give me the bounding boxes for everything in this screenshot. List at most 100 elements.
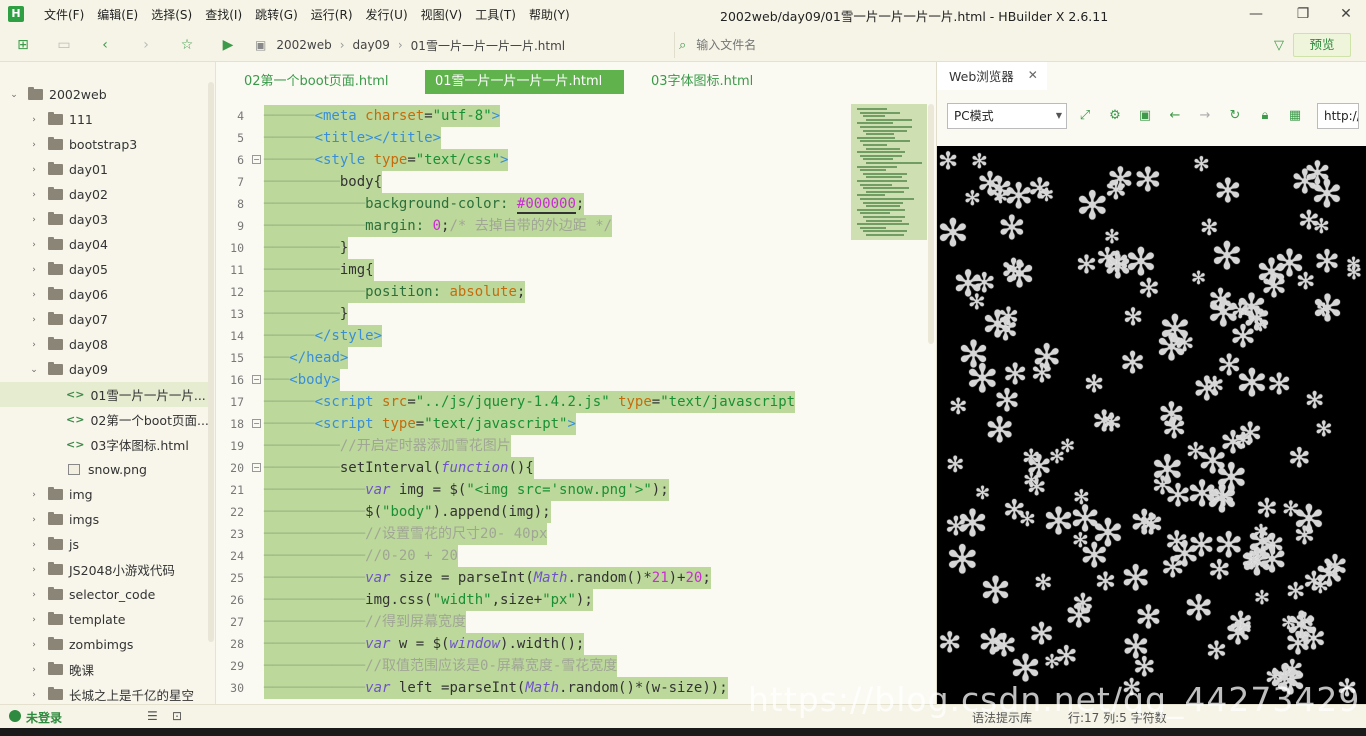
browser-tab[interactable]: Web浏览器 ✕ xyxy=(937,62,1047,90)
tree-folder[interactable]: › day02 xyxy=(0,182,210,207)
settings-icon[interactable]: ⚙ xyxy=(1107,108,1123,124)
folder-icon xyxy=(48,362,63,375)
back-icon[interactable]: ‹ xyxy=(96,36,114,54)
tree-folder[interactable]: › day05 xyxy=(0,257,210,282)
menu-help[interactable]: 帮助(Y) xyxy=(529,6,570,23)
menu-file[interactable]: 文件(F) xyxy=(44,6,84,23)
project-sidebar: ⌄ 2002web › 111 › bootstrap3 › day01 › day02… xyxy=(0,62,216,704)
tab-boot-page[interactable]: 02第一个boot页面.html xyxy=(234,70,399,94)
minimap-line xyxy=(857,151,905,154)
device-mode-select[interactable]: PC模式 ▼ xyxy=(947,103,1067,129)
tree-folder[interactable]: › selector_code xyxy=(0,582,210,607)
url-input[interactable]: http:// xyxy=(1317,103,1359,129)
snowflake-icon: ✻ xyxy=(1184,589,1214,629)
breadcrumb-item[interactable]: 2002web xyxy=(276,38,331,52)
menu-run[interactable]: 运行(R) xyxy=(311,6,353,23)
minimap-line xyxy=(863,216,905,218)
menu-tools[interactable]: 工具(T) xyxy=(475,6,516,23)
arrow-right-icon[interactable]: → xyxy=(1197,108,1213,124)
fold-toggle-icon[interactable]: − xyxy=(252,375,261,384)
snowflake-icon: ✻ xyxy=(1034,571,1053,596)
tab-font-icon[interactable]: 03字体图标.html xyxy=(641,70,763,94)
tree-file-active[interactable]: <> 01雪一片一片一片... xyxy=(0,382,210,407)
star-icon[interactable]: ☆ xyxy=(178,36,196,54)
breadcrumb-item[interactable]: 01雪一片一片一片一片.html xyxy=(411,37,565,54)
grid-icon[interactable]: ▦ xyxy=(1287,108,1303,124)
snowflake-icon: ✻ xyxy=(975,483,991,504)
tree-folder[interactable]: › bootstrap3 xyxy=(0,132,210,157)
minimap-line xyxy=(866,133,894,136)
list-icon[interactable]: ☰ xyxy=(147,709,158,723)
new-file-icon[interactable]: ⊞ xyxy=(14,36,32,54)
tree-folder[interactable]: › 111 xyxy=(0,107,210,132)
tree-file[interactable]: <> 03字体图标.html xyxy=(0,432,210,457)
chevron-right-icon: › xyxy=(397,38,403,52)
image-file-icon xyxy=(68,464,80,475)
tree-file[interactable]: snow.png xyxy=(0,457,210,482)
toolbar: ⊞ ▭ ‹ › ☆ ▶ ▣ 2002web › day09 › 01雪一片一片一… xyxy=(0,28,1366,62)
console-icon[interactable]: ▣ xyxy=(1137,108,1153,124)
tab-snow-page[interactable]: 01雪一片一片一片一片.html xyxy=(425,70,624,94)
code-minimap[interactable] xyxy=(851,104,927,240)
login-status[interactable]: 未登录 xyxy=(26,709,62,726)
breadcrumb-item[interactable]: day09 xyxy=(353,38,390,52)
editor-scrollbar[interactable] xyxy=(928,104,934,344)
line-number: 7 xyxy=(237,175,244,189)
menu-select[interactable]: 选择(S) xyxy=(151,6,192,23)
tree-folder[interactable]: › day07 xyxy=(0,307,210,332)
fold-toggle-icon[interactable]: − xyxy=(252,155,261,164)
code-editor[interactable]: 4 ──────<meta charset="utf-8"> 5 ──────<ti… xyxy=(216,102,932,702)
terminal-icon[interactable]: ⊡ xyxy=(172,709,182,723)
tree-label: 晚课 xyxy=(69,663,95,678)
tree-folder[interactable]: › day08 xyxy=(0,332,210,357)
close-window-icon[interactable]: ✕ xyxy=(1336,4,1356,24)
tree-folder[interactable]: › day04 xyxy=(0,232,210,257)
tree-folder[interactable]: › 晚课 xyxy=(0,657,210,682)
lock-icon[interactable]: 🔒︎ xyxy=(1257,108,1273,124)
restore-icon[interactable]: ❐ xyxy=(1293,4,1313,24)
fold-toggle-icon[interactable]: − xyxy=(252,463,261,472)
tree-folder[interactable]: › img xyxy=(0,482,210,507)
menu-edit[interactable]: 编辑(E) xyxy=(97,6,138,23)
screenshot-icon[interactable]: ⤢ xyxy=(1077,108,1093,124)
snowflake-icon: ✻ xyxy=(1193,152,1210,176)
snowflake-icon: ✻ xyxy=(1027,475,1047,501)
menu-goto[interactable]: 跳转(G) xyxy=(255,6,298,23)
menu-publish[interactable]: 发行(U) xyxy=(366,6,408,23)
folder-icon xyxy=(48,487,63,500)
preview-button[interactable]: 预览 xyxy=(1293,33,1351,57)
menu-view[interactable]: 视图(V) xyxy=(421,6,463,23)
tree-folder[interactable]: › imgs xyxy=(0,507,210,532)
line-number: 20 xyxy=(230,461,244,475)
menu-find[interactable]: 查找(I) xyxy=(205,6,242,23)
code-line: ────────────$("body").append(img); xyxy=(264,501,551,523)
forward-icon[interactable]: › xyxy=(137,36,155,54)
close-icon[interactable]: ✕ xyxy=(1028,68,1038,82)
tree-folder[interactable]: › JS2048小游戏代码 xyxy=(0,557,210,582)
save-icon[interactable]: ▭ xyxy=(55,36,73,54)
tree-file[interactable]: <> 02第一个boot页面... xyxy=(0,407,210,432)
minimize-icon[interactable]: — xyxy=(1246,4,1266,24)
browser-viewport: ✻ ✻ ✻ ✻ ✻ ✻ ✻ ✻ ✻ ✻ ✻ ✻ ✻ ✻ ✻ ✻ ✻ ✻ ✻ ✻ ✻ ✻ ✻ ✻ ✻ ✻ ✻ ✻ ✻ ✻ ✻ ✻ ✻ ✻ ✻ ✻ ✻ ✻ ✻ ✻… xyxy=(937,146,1366,704)
tree-folder[interactable]: › zombimgs xyxy=(0,632,210,657)
tree-folder[interactable]: › day03 xyxy=(0,207,210,232)
tree-folder[interactable]: › 长城之上是千亿的星空 xyxy=(0,682,210,704)
tree-folder[interactable]: › template xyxy=(0,607,210,632)
line-number: 18 xyxy=(230,417,244,431)
snowflake-icon: ✻ xyxy=(1107,160,1134,198)
refresh-icon[interactable]: ↻ xyxy=(1227,108,1243,124)
minimap-line xyxy=(863,172,907,175)
snowflake-icon: ✻ xyxy=(1238,416,1263,450)
tree-folder[interactable]: › js xyxy=(0,532,210,557)
sidebar-scrollbar[interactable] xyxy=(208,82,214,642)
tree-folder[interactable]: › day06 xyxy=(0,282,210,307)
arrow-left-icon[interactable]: ← xyxy=(1167,108,1183,124)
tree-root[interactable]: ⌄ 2002web xyxy=(0,82,210,107)
tree-folder-open[interactable]: ⌄ day09 xyxy=(0,357,210,382)
snowflake-icon: ✻ xyxy=(1211,234,1243,278)
file-search-input[interactable] xyxy=(696,38,1217,52)
fold-toggle-icon[interactable]: − xyxy=(252,419,261,428)
run-icon[interactable]: ▶ xyxy=(219,36,237,54)
tree-folder[interactable]: › day01 xyxy=(0,157,210,182)
filter-icon[interactable]: ▽ xyxy=(1274,38,1284,53)
